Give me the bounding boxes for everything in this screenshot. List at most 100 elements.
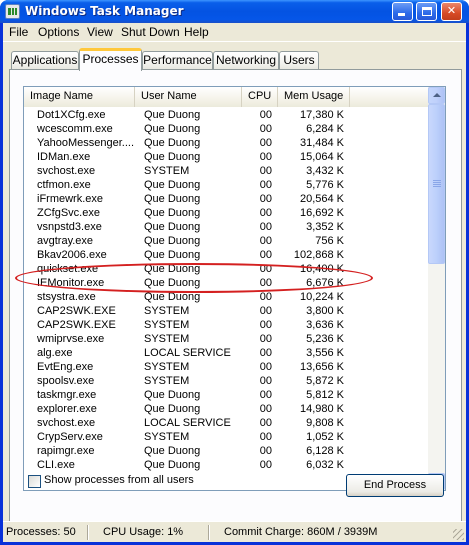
process-mem: 6,284 K: [306, 123, 344, 135]
process-user: SYSTEM: [144, 431, 190, 443]
vertical-scrollbar[interactable]: [428, 87, 445, 490]
show-all-users-checkbox[interactable]: [28, 475, 41, 488]
process-cpu: 00: [259, 445, 272, 457]
process-cpu: 00: [259, 249, 272, 261]
menu-help[interactable]: Help: [184, 25, 209, 39]
process-name: CLI.exe: [37, 459, 75, 471]
column-header-row: Image Name User Name CPU Mem Usage: [24, 87, 430, 107]
process-cpu: 00: [259, 389, 272, 401]
process-mem: 3,556 K: [306, 347, 344, 359]
status-commit-charge: Commit Charge: 860M / 3939M: [224, 526, 378, 538]
process-name: ZCfgSvc.exe: [37, 207, 100, 219]
table-row[interactable]: IDMan.exe Que Duong 00 15,064 K: [24, 150, 430, 164]
process-cpu: 00: [259, 235, 272, 247]
scroll-thumb[interactable]: [428, 104, 445, 264]
table-row[interactable]: CAP2SWK.EXE SYSTEM 00 3,636 K: [24, 318, 430, 332]
process-user: Que Duong: [144, 179, 201, 191]
column-spacer: [350, 87, 430, 107]
table-row[interactable]: spoolsv.exe SYSTEM 00 5,872 K: [24, 374, 430, 388]
process-user: LOCAL SERVICE: [144, 417, 231, 429]
process-user: SYSTEM: [144, 361, 190, 373]
process-user: SYSTEM: [144, 319, 190, 331]
table-row[interactable]: CAP2SWK.EXE SYSTEM 00 3,800 K: [24, 304, 430, 318]
process-name: svchost.exe: [37, 417, 96, 429]
process-user: Que Duong: [144, 193, 201, 205]
table-row[interactable]: avgtray.exe Que Duong 00 756 K: [24, 234, 430, 248]
process-mem: 17,380 K: [299, 109, 344, 121]
process-mem: 14,980 K: [299, 403, 344, 415]
close-button[interactable]: ✕: [441, 2, 462, 21]
process-mem: 15,064 K: [299, 151, 344, 163]
table-row[interactable]: Bkav2006.exe Que Duong 00 102,868 K: [24, 248, 430, 262]
column-mem-usage[interactable]: Mem Usage: [278, 87, 350, 107]
table-row[interactable]: ctfmon.exe Que Duong 00 5,776 K: [24, 178, 430, 192]
table-row[interactable]: taskmgr.exe Que Duong 00 5,812 K: [24, 388, 430, 402]
table-row[interactable]: wmiprvse.exe SYSTEM 00 5,236 K: [24, 332, 430, 346]
table-row[interactable]: CrypServ.exe SYSTEM 00 1,052 K: [24, 430, 430, 444]
process-mem: 5,872 K: [306, 375, 344, 387]
column-cpu[interactable]: CPU: [242, 87, 278, 107]
menu-file[interactable]: File: [9, 25, 28, 39]
process-mem: 6,128 K: [306, 445, 344, 457]
process-cpu: 00: [259, 123, 272, 135]
tab-users[interactable]: Users: [279, 51, 319, 70]
maximize-button[interactable]: [416, 2, 437, 21]
process-name: Bkav2006.exe: [37, 249, 107, 261]
table-row[interactable]: Dot1XCfg.exe Que Duong 00 17,380 K: [24, 108, 430, 122]
process-cpu: 00: [259, 305, 272, 317]
client-area: File Options View Shut Down Help Applica…: [3, 23, 466, 542]
minimize-icon: [398, 13, 405, 16]
process-mem: 102,868 K: [293, 249, 344, 261]
process-cpu: 00: [259, 361, 272, 373]
process-name: YahooMessenger....: [37, 137, 135, 149]
tab-performance[interactable]: Performance: [142, 51, 213, 70]
table-row[interactable]: rapimgr.exe Que Duong 00 6,128 K: [24, 444, 430, 458]
end-process-button[interactable]: End Process: [346, 474, 444, 497]
table-row[interactable]: iFrmewrk.exe Que Duong 00 20,564 K: [24, 192, 430, 206]
table-row[interactable]: svchost.exe SYSTEM 00 3,432 K: [24, 164, 430, 178]
tab-processes[interactable]: Processes: [79, 48, 142, 71]
menu-options[interactable]: Options: [38, 25, 79, 39]
process-name: wcescomm.exe: [37, 123, 113, 135]
table-row[interactable]: CLI.exe Que Duong 00 6,032 K: [24, 458, 430, 472]
table-row[interactable]: svchost.exe LOCAL SERVICE 00 9,808 K: [24, 416, 430, 430]
table-row[interactable]: YahooMessenger.... Que Duong 00 31,484 K: [24, 136, 430, 150]
table-row[interactable]: wcescomm.exe Que Duong 00 6,284 K: [24, 122, 430, 136]
process-mem: 5,776 K: [306, 179, 344, 191]
process-name: CAP2SWK.EXE: [37, 305, 116, 317]
process-mem: 756 K: [315, 235, 344, 247]
column-image-name[interactable]: Image Name: [24, 87, 135, 107]
table-row[interactable]: vsnpstd3.exe Que Duong 00 3,352 K: [24, 220, 430, 234]
minimize-button[interactable]: [392, 2, 413, 21]
menu-bar: File Options View Shut Down Help: [3, 23, 466, 42]
process-name: taskmgr.exe: [37, 389, 97, 401]
process-name: rapimgr.exe: [37, 445, 95, 457]
status-separator: [208, 525, 210, 540]
process-user: Que Duong: [144, 445, 201, 457]
process-cpu: 00: [259, 333, 272, 345]
table-row[interactable]: EvtEng.exe SYSTEM 00 13,656 K: [24, 360, 430, 374]
table-row[interactable]: explorer.exe Que Duong 00 14,980 K: [24, 402, 430, 416]
table-row[interactable]: alg.exe LOCAL SERVICE 00 3,556 K: [24, 346, 430, 360]
tab-applications[interactable]: Applications: [11, 51, 79, 70]
process-user: Que Duong: [144, 389, 201, 401]
table-row[interactable]: ZCfgSvc.exe Que Duong 00 16,692 K: [24, 206, 430, 220]
process-name: EvtEng.exe: [37, 361, 94, 373]
process-name: CAP2SWK.EXE: [37, 319, 116, 331]
process-mem: 16,692 K: [299, 207, 344, 219]
title-bar[interactable]: Windows Task Manager ✕: [0, 0, 469, 23]
task-manager-icon: [5, 4, 20, 19]
scroll-up-button[interactable]: [428, 87, 445, 104]
tab-strip: Applications Processes Performance Netwo…: [3, 48, 466, 71]
process-mem: 3,432 K: [306, 165, 344, 177]
tab-networking[interactable]: Networking: [213, 51, 279, 70]
resize-grip-icon[interactable]: [453, 529, 464, 540]
process-cpu: 00: [259, 109, 272, 121]
process-user: SYSTEM: [144, 375, 190, 387]
process-mem: 5,812 K: [306, 389, 344, 401]
process-mem: 1,052 K: [306, 431, 344, 443]
menu-shut-down[interactable]: Shut Down: [121, 25, 180, 39]
menu-view[interactable]: View: [87, 25, 113, 39]
process-user: Que Duong: [144, 123, 201, 135]
column-user-name[interactable]: User Name: [135, 87, 242, 107]
